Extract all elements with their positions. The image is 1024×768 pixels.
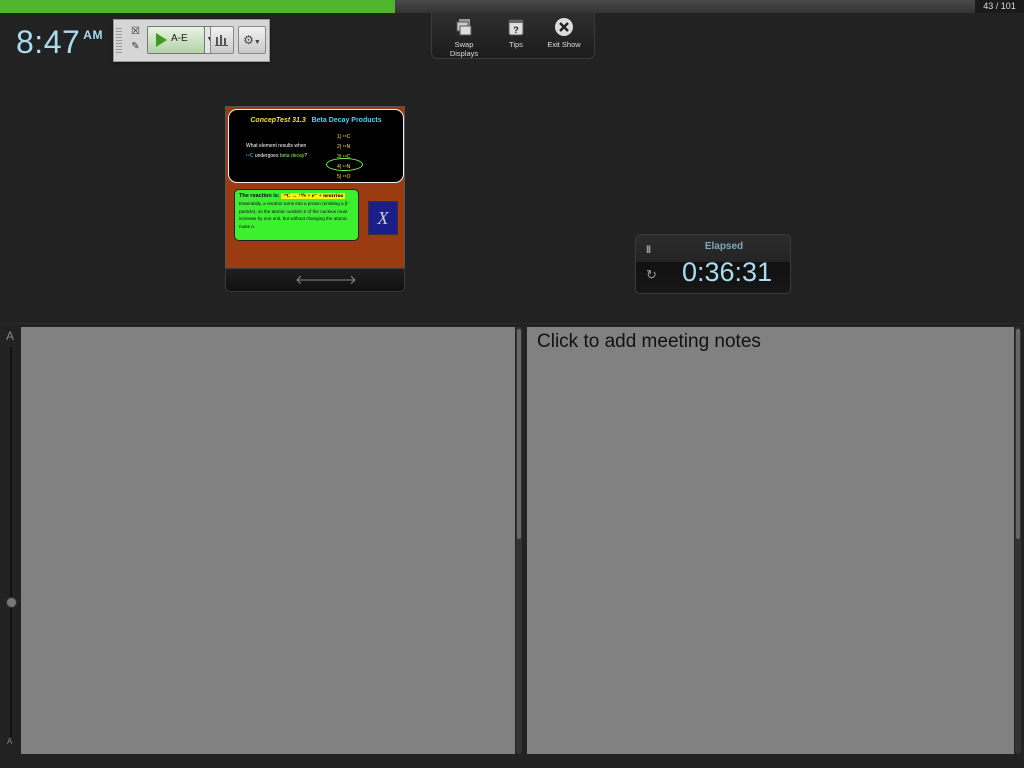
swap-displays-label: Swap Displays	[449, 40, 479, 58]
start-poll-button[interactable]: A-E	[147, 26, 205, 54]
close-icon[interactable]: ☒	[130, 26, 141, 37]
slide-option: 5) ¹⁵O	[337, 174, 351, 180]
slide-progress-fill	[0, 0, 395, 13]
nuclide-symbol: X	[368, 201, 398, 235]
slide-title-topic: Beta Decay Products	[311, 117, 382, 124]
slide-question-panel: ConcepTest 31.3 Beta Decay Products What…	[228, 109, 404, 183]
presenter-notes-scrollbar[interactable]	[516, 327, 522, 754]
pause-icon[interactable]: II	[646, 244, 651, 256]
reset-icon[interactable]: ↻	[646, 267, 657, 283]
toolbar-drag-handle[interactable]	[116, 28, 122, 54]
help-icon: ?	[508, 19, 524, 36]
timer-value: 0:36:31	[682, 257, 773, 287]
font-size-track[interactable]	[10, 347, 12, 737]
start-poll-label: A-E	[171, 33, 188, 44]
poll-toolbar: ☒ ✎ A-E ▼ ⚙▼	[113, 19, 270, 62]
bottom-bar	[0, 754, 1024, 768]
exit-show-label: Exit Show	[547, 40, 581, 49]
clock-ampm: AM	[83, 28, 103, 42]
slide-title: ConcepTest 31.3 Beta Decay Products	[229, 117, 403, 124]
slide-progress-bar	[0, 0, 975, 13]
slide-option: 2) ¹⁵N	[337, 144, 351, 150]
meeting-notes-scrollbar[interactable]	[1015, 327, 1021, 754]
bar-chart-icon[interactable]	[210, 26, 234, 54]
slide-question-line1: What element results when	[246, 143, 307, 149]
edit-icon[interactable]: ✎	[130, 41, 141, 52]
tips-button[interactable]: ? Tips	[504, 17, 528, 49]
gear-icon: ⚙	[243, 33, 254, 47]
play-icon	[156, 33, 167, 47]
slide-option: 1) ¹⁵C	[337, 134, 351, 140]
presenter-tools: Swap Displays ? Tips Exit Show	[431, 13, 595, 59]
elapsed-timer: Elapsed II ↻ 0:36:31	[635, 234, 791, 294]
meeting-notes-scroll-thumb[interactable]	[1016, 329, 1020, 539]
font-size-slider[interactable]: A A	[2, 327, 19, 754]
slide-title-test: ConcepTest 31.3	[250, 117, 306, 124]
next-slide-icon[interactable]: 🡒	[322, 272, 357, 288]
swap-displays-button[interactable]: Swap Displays	[442, 17, 486, 58]
timer-label: Elapsed	[704, 241, 744, 252]
presenter-notes-scroll-thumb[interactable]	[517, 329, 521, 539]
tips-label: Tips	[509, 40, 523, 49]
current-time: 8:47 AM	[16, 24, 103, 61]
settings-menu-button[interactable]: ⚙▼	[238, 26, 266, 54]
presenter-notes-pane[interactable]	[21, 327, 515, 754]
slide-counter: 43 / 101	[975, 0, 1024, 13]
swap-displays-icon	[456, 19, 472, 36]
exit-show-button[interactable]: Exit Show	[544, 17, 584, 49]
slide-answer-box: The reaction is: ¹⁴C → ¹⁴N + e⁻ + neutri…	[234, 189, 359, 241]
correct-answer-marker	[326, 158, 363, 171]
slide-question: What element results when ¹⁴C undergoes …	[246, 141, 336, 161]
clock-time: 8:47	[16, 24, 81, 60]
slide-question-line2: ¹⁴C undergoes beta decay?	[246, 153, 308, 159]
slide-answer-body: Essentially, a neutron turns into a prot…	[239, 201, 350, 229]
meeting-notes-pane[interactable]: Click to add meeting notes	[527, 327, 1014, 754]
slide-answer-reaction: The reaction is: ¹⁴C → ¹⁴N + e⁻ + neutri…	[239, 193, 346, 199]
slide-options: 1) ¹⁵C 2) ¹⁵N 3) ¹⁴C 4) ¹⁴N 5) ¹⁵O	[337, 132, 350, 182]
section-divider	[0, 323, 1024, 324]
font-size-knob[interactable]	[6, 597, 17, 608]
close-circle-icon	[555, 18, 573, 36]
current-slide-preview[interactable]: ConcepTest 31.3 Beta Decay Products What…	[225, 106, 405, 270]
meeting-notes-placeholder[interactable]: Click to add meeting notes	[537, 331, 761, 353]
slide-navigation: 🡐 🡒	[225, 268, 405, 292]
font-size-large-label: A	[6, 329, 15, 343]
font-size-small-label: A	[7, 737, 13, 746]
svg-text:?: ?	[513, 25, 519, 35]
